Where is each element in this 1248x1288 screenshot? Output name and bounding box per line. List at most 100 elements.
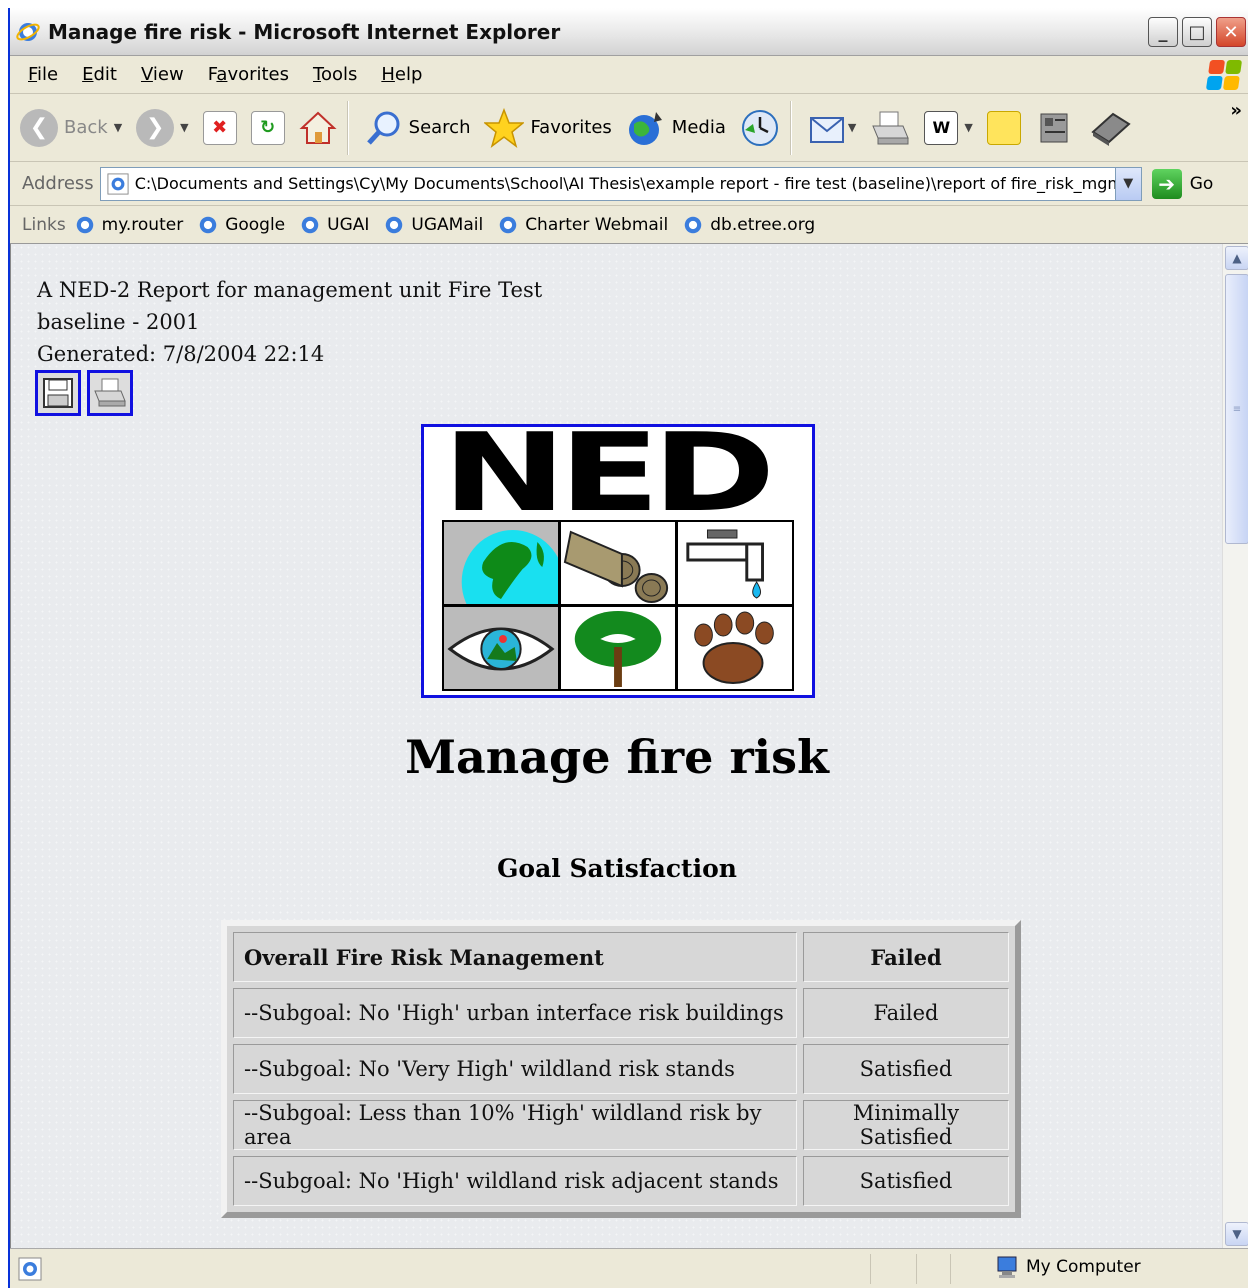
address-bar: Address C:\Documents and Settings\Cy\My … bbox=[10, 162, 1248, 206]
forward-dropdown-icon[interactable]: ▼ bbox=[180, 121, 188, 134]
goal-satisfaction-heading: Goal Satisfaction bbox=[497, 854, 737, 883]
earth-icon bbox=[444, 522, 558, 604]
status-bar: My Computer bbox=[10, 1248, 1248, 1288]
link-google[interactable]: Google bbox=[197, 214, 285, 236]
address-field[interactable]: C:\Documents and Settings\Cy\My Document… bbox=[99, 166, 1142, 201]
goal-name: --Subgoal: Less than 10% 'High' wildland… bbox=[233, 1100, 797, 1150]
goal-name: --Subgoal: No 'High' urban interface ris… bbox=[233, 988, 797, 1038]
eye-landscape-icon bbox=[444, 607, 558, 689]
menu-favorites[interactable]: Favorites bbox=[208, 64, 289, 85]
search-button[interactable]: Search bbox=[361, 101, 475, 155]
goal-satisfaction-table: Overall Fire Risk Management Failed --Su… bbox=[221, 920, 1021, 1218]
stop-button[interactable]: ✖ bbox=[199, 101, 241, 155]
ned-logo[interactable]: NED bbox=[421, 424, 815, 698]
water-faucet-icon bbox=[678, 522, 792, 604]
link-my-router[interactable]: my.router bbox=[74, 214, 183, 236]
maximize-button[interactable]: □ bbox=[1182, 17, 1212, 47]
word-icon: W bbox=[924, 110, 959, 145]
address-dropdown-icon[interactable]: ▼ bbox=[1114, 167, 1141, 200]
close-button[interactable]: ✕ bbox=[1216, 17, 1246, 47]
window-title: Manage fire risk - Microsoft Internet Ex… bbox=[48, 19, 561, 44]
save-report-button[interactable] bbox=[35, 370, 81, 416]
mail-button[interactable]: ▼ bbox=[804, 101, 860, 155]
refresh-button[interactable]: ↻ bbox=[247, 101, 289, 155]
link-charter-webmail[interactable]: Charter Webmail bbox=[497, 214, 668, 236]
back-button[interactable]: ❮ Back ▼ bbox=[16, 101, 126, 155]
mail-dropdown-icon[interactable]: ▼ bbox=[848, 121, 856, 134]
discuss-icon bbox=[1091, 112, 1131, 146]
sticky-note-icon bbox=[986, 110, 1021, 145]
messenger-button[interactable] bbox=[1031, 101, 1079, 155]
scroll-down-button[interactable]: ▼ bbox=[1225, 1222, 1248, 1246]
goal-status: Satisfied bbox=[803, 1044, 1009, 1094]
menu-tools[interactable]: Tools bbox=[313, 64, 357, 85]
table-row: --Subgoal: No 'Very High' wildland risk … bbox=[233, 1044, 1009, 1094]
favorites-button[interactable]: Favorites bbox=[480, 101, 615, 155]
discuss-button[interactable] bbox=[1085, 101, 1135, 155]
table-row: --Subgoal: No 'High' urban interface ris… bbox=[233, 988, 1009, 1038]
links-label: Links bbox=[22, 214, 66, 235]
scroll-up-button[interactable]: ▲ bbox=[1225, 246, 1248, 270]
vertical-scrollbar[interactable]: ▲ ≡ ▼ bbox=[1222, 244, 1248, 1248]
address-label: Address bbox=[22, 173, 94, 194]
edit-dropdown-icon[interactable]: ▼ bbox=[964, 121, 972, 134]
link-ugai[interactable]: UGAI bbox=[299, 214, 369, 236]
back-arrow-icon: ❮ bbox=[20, 108, 58, 147]
minimize-button[interactable]: _ bbox=[1148, 17, 1178, 47]
menu-view[interactable]: View bbox=[141, 64, 184, 85]
menu-help[interactable]: Help bbox=[381, 64, 422, 85]
media-globe-icon bbox=[628, 111, 662, 145]
table-row: Overall Fire Risk Management Failed bbox=[233, 932, 1009, 982]
goal-name: --Subgoal: No 'High' wildland risk adjac… bbox=[233, 1156, 797, 1206]
media-button[interactable]: Media bbox=[622, 101, 730, 155]
link-db-etree[interactable]: db.etree.org bbox=[682, 214, 815, 236]
my-computer-icon bbox=[997, 1256, 1017, 1278]
logs-icon bbox=[561, 522, 675, 604]
notes-button[interactable] bbox=[983, 101, 1025, 155]
back-dropdown-icon[interactable]: ▼ bbox=[114, 121, 122, 134]
home-button[interactable] bbox=[295, 101, 341, 155]
ned-logo-text: NED bbox=[442, 430, 776, 518]
goal-status: Satisfied bbox=[803, 1156, 1009, 1206]
security-zone[interactable]: My Computer bbox=[996, 1255, 1141, 1279]
links-bar: Links my.router Google UGAI UGAMail Char… bbox=[10, 206, 1248, 244]
printer-icon bbox=[94, 378, 126, 407]
edit-word-button[interactable]: W ▼ bbox=[920, 101, 976, 155]
menu-file[interactable]: File bbox=[28, 64, 58, 85]
title-bar[interactable]: Manage fire risk - Microsoft Internet Ex… bbox=[10, 8, 1248, 56]
link-ie-icon bbox=[199, 216, 217, 233]
standard-toolbar: ❮ Back ▼ ❯ ▼ ✖ ↻ Search Favorites Media bbox=[10, 94, 1248, 162]
link-ugamail[interactable]: UGAMail bbox=[383, 214, 483, 236]
menu-bar: File Edit View Favorites Tools Help bbox=[10, 56, 1248, 94]
report-header: A NED-2 Report for management unit Fire … bbox=[37, 274, 542, 370]
link-ie-icon bbox=[386, 216, 403, 233]
status-panel bbox=[950, 1254, 984, 1284]
link-ie-icon bbox=[76, 216, 93, 233]
stop-icon: ✖ bbox=[202, 110, 237, 145]
floppy-disk-icon bbox=[43, 378, 73, 408]
goal-status: Minimally Satisfied bbox=[803, 1100, 1009, 1150]
page-status-ie-icon bbox=[18, 1257, 42, 1280]
tree-caduceus-icon bbox=[561, 607, 675, 689]
goal-status: Failed bbox=[803, 988, 1009, 1038]
bear-paw-icon bbox=[678, 607, 792, 689]
status-panel bbox=[870, 1254, 916, 1284]
toolbar-separator bbox=[789, 100, 792, 155]
print-report-button[interactable] bbox=[87, 370, 133, 416]
page-content[interactable]: A NED-2 Report for management unit Fire … bbox=[10, 244, 1222, 1248]
history-button[interactable] bbox=[736, 101, 784, 155]
history-icon bbox=[741, 109, 778, 146]
print-button[interactable] bbox=[866, 101, 914, 155]
link-ie-icon bbox=[301, 216, 319, 233]
go-button[interactable]: ➔ Go bbox=[1151, 168, 1213, 199]
go-arrow-icon: ➔ bbox=[1151, 168, 1182, 199]
toolbar-overflow-chevron[interactable]: » bbox=[1230, 100, 1242, 121]
forward-button[interactable]: ❯ ▼ bbox=[132, 101, 192, 155]
windows-logo-icon bbox=[1205, 60, 1243, 90]
page-ie-icon bbox=[107, 172, 129, 195]
report-line-scenario: baseline - 2001 bbox=[37, 310, 200, 334]
menu-edit[interactable]: Edit bbox=[82, 64, 117, 85]
scroll-thumb[interactable]: ≡ bbox=[1225, 274, 1248, 544]
goal-name: --Subgoal: No 'Very High' wildland risk … bbox=[233, 1044, 797, 1094]
table-row: --Subgoal: No 'High' wildland risk adjac… bbox=[233, 1156, 1009, 1206]
